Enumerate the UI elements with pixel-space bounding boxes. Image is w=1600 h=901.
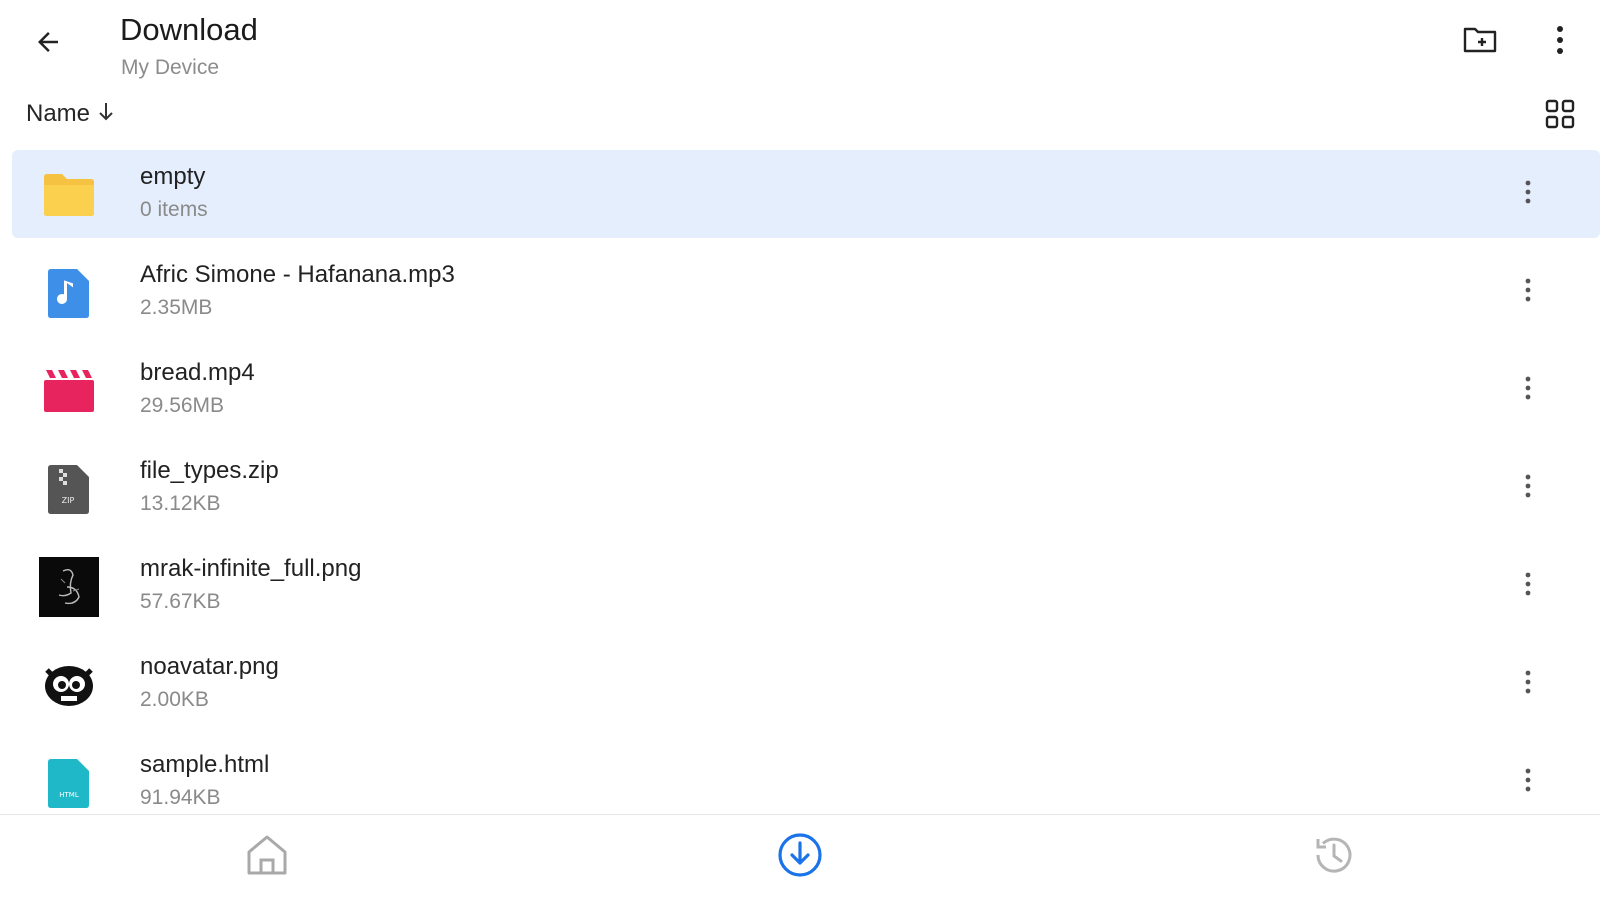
file-meta: 29.56MB (140, 394, 225, 417)
nav-downloads-button[interactable] (768, 827, 832, 887)
more-vert-icon (1556, 25, 1564, 60)
more-vert-icon (1525, 376, 1531, 405)
row-more-button[interactable] (1504, 366, 1552, 414)
folder-icon (38, 164, 100, 226)
svg-text:HTML: HTML (59, 791, 79, 799)
more-vert-icon (1525, 474, 1531, 503)
file-row[interactable]: Afric Simone - Hafanana.mp3 2.35MB (12, 248, 1600, 336)
sort-bar: Name (0, 92, 1600, 136)
file-row[interactable]: bread.mp4 29.56MB (12, 346, 1600, 434)
more-vert-icon (1525, 278, 1531, 307)
file-meta: 2.00KB (140, 688, 209, 711)
arrow-back-icon (33, 27, 63, 62)
more-vert-icon (1525, 572, 1531, 601)
row-more-button[interactable] (1504, 660, 1552, 708)
more-options-button[interactable] (1536, 18, 1584, 66)
file-row[interactable]: mrak-infinite_full.png 57.67KB (12, 542, 1600, 630)
history-icon (1310, 831, 1358, 884)
more-vert-icon (1525, 670, 1531, 699)
view-toggle-button[interactable] (1536, 92, 1584, 140)
row-more-button[interactable] (1504, 170, 1552, 218)
file-name: empty (140, 163, 206, 190)
audio-file-icon (38, 262, 100, 324)
new-folder-button[interactable] (1456, 18, 1504, 66)
sort-label: Name (26, 100, 91, 127)
file-meta: 13.12KB (140, 492, 221, 515)
image-thumbnail-icon (38, 654, 100, 716)
nav-recent-button[interactable] (1302, 827, 1366, 887)
more-vert-icon (1525, 768, 1531, 797)
file-meta: 2.35MB (140, 296, 213, 319)
sort-by-name-button[interactable]: Name (26, 94, 116, 134)
grid-view-icon (1545, 99, 1575, 134)
file-row[interactable]: ZIP file_types.zip 13.12KB (12, 444, 1600, 532)
arrow-down-icon (96, 101, 116, 128)
home-icon (243, 832, 291, 883)
file-name: sample.html (140, 751, 270, 778)
file-name: Afric Simone - Hafanana.mp3 (140, 261, 455, 288)
file-name: noavatar.png (140, 653, 279, 680)
row-more-button[interactable] (1504, 268, 1552, 316)
create-new-folder-icon (1462, 25, 1498, 60)
file-row[interactable]: HTML sample.html 91.94KB (12, 738, 1600, 814)
back-button[interactable] (24, 20, 72, 68)
zip-file-icon: ZIP (38, 458, 100, 520)
more-vert-icon (1525, 180, 1531, 209)
file-row[interactable]: empty 0 items (12, 150, 1600, 238)
html-file-icon: HTML (38, 752, 100, 814)
file-name: file_types.zip (140, 457, 279, 484)
image-thumbnail-icon (38, 556, 100, 618)
file-row[interactable]: noavatar.png 2.00KB (12, 640, 1600, 728)
svg-text:ZIP: ZIP (62, 496, 75, 505)
video-file-icon (38, 360, 100, 422)
nav-home-button[interactable] (235, 827, 299, 887)
page-subtitle: My Device (121, 56, 220, 79)
bottom-navigation (0, 814, 1600, 901)
row-more-button[interactable] (1504, 758, 1552, 806)
file-name: mrak-infinite_full.png (140, 555, 362, 582)
page-title: Download (120, 12, 258, 47)
app-bar: Download My Device (0, 0, 1600, 90)
file-name: bread.mp4 (140, 359, 255, 386)
file-meta: 0 items (140, 198, 208, 221)
row-more-button[interactable] (1504, 562, 1552, 610)
row-more-button[interactable] (1504, 464, 1552, 512)
file-list: empty 0 items Afric Simone - Hafanana.mp… (0, 150, 1600, 814)
file-meta: 57.67KB (140, 590, 221, 613)
file-meta: 91.94KB (140, 786, 221, 809)
download-circle-icon (776, 831, 824, 884)
